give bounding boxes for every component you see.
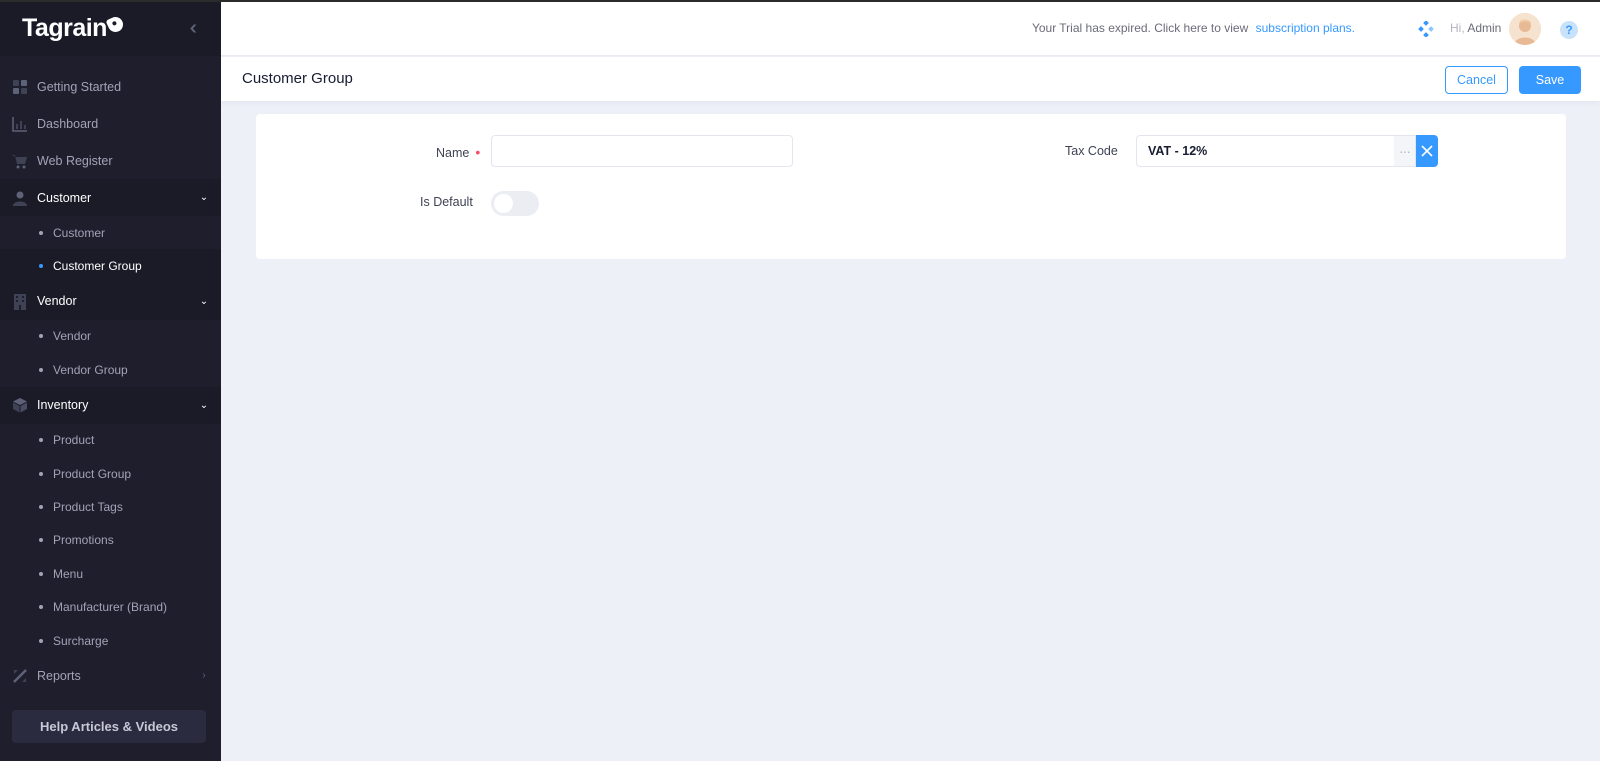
name-label-text: Name <box>436 146 470 160</box>
chevron-down-icon: ⌄ <box>199 399 209 411</box>
chevron-down-icon: ⌄ <box>199 295 209 307</box>
name-label: Name • <box>436 144 480 160</box>
grid-icon <box>11 78 28 95</box>
sidebar-subitem-label: Surcharge <box>53 633 109 648</box>
cart-icon <box>11 152 28 169</box>
sidebar-subitem-promotions[interactable]: Promotions <box>0 524 221 557</box>
is-default-label: Is Default <box>420 195 473 209</box>
customer-group-form: Name • Is Default Tax Code VAT - 12% ··· <box>256 114 1566 259</box>
user-greeting[interactable]: Hi, Admin <box>1450 21 1501 35</box>
bullet-icon <box>39 264 43 269</box>
page-toolbar: Customer Group Cancel Save <box>221 57 1600 101</box>
sidebar-item-label: Dashboard <box>37 116 99 131</box>
collapse-sidebar-icon[interactable]: ‹‹ <box>190 17 199 40</box>
sidebar-subitem-customer-group[interactable]: Customer Group <box>0 249 221 283</box>
sidebar-item-dashboard[interactable]: Dashboard <box>0 105 221 142</box>
sidebar-item-label: Getting Started <box>37 79 122 94</box>
sidebar-item-customer[interactable]: Customer ⌄ <box>0 179 221 216</box>
bullet-icon <box>39 367 43 372</box>
chevron-down-icon: ⌄ <box>199 192 209 203</box>
sidebar-subitem-label: Vendor Group <box>53 362 128 377</box>
sidebar-item-label: Vendor <box>37 294 77 309</box>
trial-text: Your Trial has expired. Click here to vi… <box>1031 21 1249 35</box>
tax-code-clear-button[interactable] <box>1416 135 1438 167</box>
customer-submenu: Customer Customer Group <box>0 216 221 283</box>
sidebar-subitem-label: Product <box>53 433 95 448</box>
help-question-icon[interactable]: ? <box>1560 21 1578 39</box>
bullet-icon <box>39 638 43 643</box>
bullet-icon <box>39 334 43 339</box>
sidebar-subitem-label: Vendor <box>53 329 92 344</box>
toggle-knob <box>494 194 513 213</box>
top-header: Your Trial has expired. Click here to vi… <box>221 2 1600 56</box>
sidebar-item-inventory[interactable]: Inventory ⌄ <box>0 386 221 424</box>
sidebar-item-label: Web Register <box>37 153 113 168</box>
bullet-icon <box>39 230 43 235</box>
trial-banner: Your Trial has expired. Click here to vi… <box>1032 21 1355 35</box>
bullet-icon <box>39 438 43 443</box>
sidebar-subitem-label: Customer <box>53 225 106 240</box>
cancel-button[interactable]: Cancel <box>1445 66 1508 94</box>
vendor-submenu: Vendor Vendor Group <box>0 319 221 387</box>
sidebar-subitem-label: Product Tags <box>53 500 123 515</box>
bullet-icon <box>39 538 43 543</box>
help-articles-button[interactable]: Help Articles & Videos <box>12 710 206 743</box>
tax-code-lookup-icon[interactable]: ··· <box>1394 135 1416 167</box>
sidebar: Tagrain ‹‹ Getting Started Dashboard Web… <box>0 0 221 761</box>
sidebar-subitem-product-group[interactable]: Product Group <box>0 457 221 490</box>
sidebar-subitem-vendor-group[interactable]: Vendor Group <box>0 353 221 386</box>
sidebar-subitem-label: Product Group <box>53 466 132 481</box>
apps-diamond-icon[interactable] <box>1418 20 1434 38</box>
building-icon <box>11 293 28 310</box>
sidebar-item-label: Reports <box>37 668 81 683</box>
sidebar-item-getting-started[interactable]: Getting Started <box>0 68 221 105</box>
chart-icon <box>11 115 28 132</box>
avatar[interactable] <box>1509 13 1541 45</box>
chevron-right-icon: › <box>202 670 206 682</box>
name-input[interactable] <box>491 135 793 167</box>
required-marker: • <box>475 144 481 160</box>
sidebar-subitem-menu[interactable]: Menu <box>0 557 221 590</box>
sidebar-subitem-label: Customer Group <box>53 259 142 274</box>
tax-code-label: Tax Code <box>1065 144 1118 158</box>
save-button[interactable]: Save <box>1519 66 1581 94</box>
inventory-submenu: Product Product Group Product Tags Promo… <box>0 423 221 658</box>
top-border <box>0 0 1600 2</box>
sidebar-subitem-label: Menu <box>53 566 84 581</box>
tax-code-field[interactable]: VAT - 12% <box>1136 135 1394 167</box>
close-icon <box>1421 145 1433 157</box>
sidebar-item-reports[interactable]: Reports › <box>0 657 221 694</box>
sidebar-subitem-product[interactable]: Product <box>0 424 221 457</box>
subscription-plans-link[interactable]: subscription plans. <box>1256 21 1355 35</box>
tag-icon <box>105 14 126 34</box>
brand-bar: Tagrain ‹‹ <box>0 0 221 56</box>
sidebar-item-label: Inventory <box>37 398 89 413</box>
sidebar-item-label: Customer <box>37 190 92 205</box>
greeting-text: Hi, <box>1450 21 1465 35</box>
sidebar-subitem-customer[interactable]: Customer <box>0 216 221 249</box>
pencil-ruler-icon <box>11 667 28 684</box>
sidebar-item-vendor[interactable]: Vendor ⌄ <box>0 282 221 320</box>
brand-logo[interactable]: Tagrain <box>22 13 126 43</box>
bullet-icon <box>39 471 43 476</box>
sidebar-subitem-label: Manufacturer (Brand) <box>53 600 168 615</box>
is-default-toggle[interactable] <box>491 191 539 216</box>
user-icon <box>11 189 28 206</box>
bullet-icon <box>39 571 43 576</box>
sidebar-subitem-surcharge[interactable]: Surcharge <box>0 624 221 657</box>
bullet-icon <box>39 505 43 510</box>
bullet-icon <box>39 605 43 610</box>
sidebar-menu: Getting Started Dashboard Web Register C… <box>0 56 221 694</box>
page-title: Customer Group <box>242 70 353 87</box>
sidebar-subitem-label: Promotions <box>53 533 114 548</box>
sidebar-subitem-manufacturer[interactable]: Manufacturer (Brand) <box>0 591 221 624</box>
sidebar-subitem-product-tags[interactable]: Product Tags <box>0 490 221 523</box>
sidebar-item-web-register[interactable]: Web Register <box>0 142 221 179</box>
brand-name: Tagrain <box>22 13 107 42</box>
box-icon <box>11 397 28 414</box>
sidebar-subitem-vendor[interactable]: Vendor <box>0 320 221 353</box>
user-name: Admin <box>1467 21 1502 35</box>
